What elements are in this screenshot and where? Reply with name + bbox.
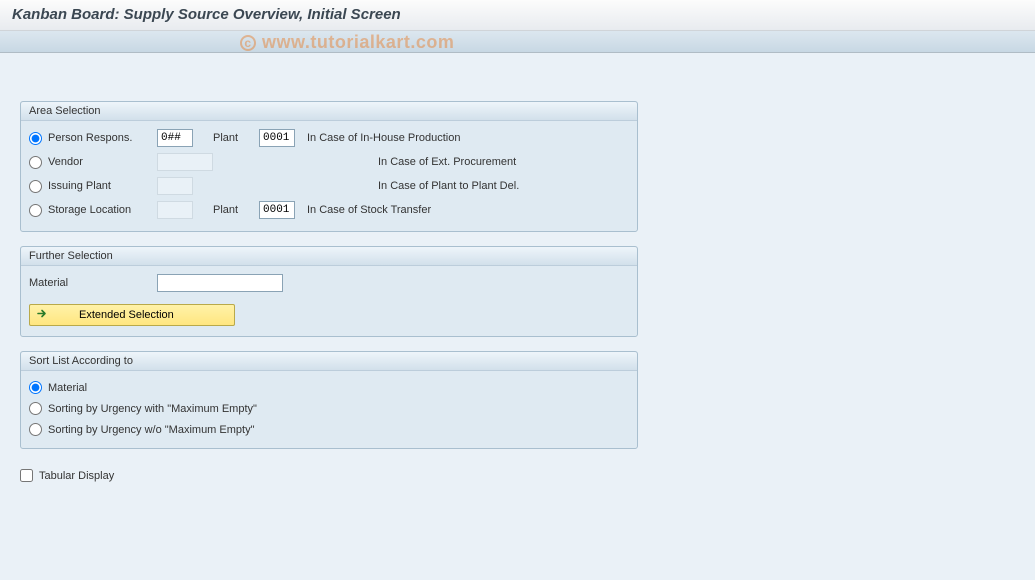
radio-person-respons-label: Person Respons.	[48, 132, 132, 144]
toolbar-strip	[0, 31, 1035, 53]
plant-value-2[interactable]	[259, 201, 295, 219]
sort-label-material: Material	[48, 382, 87, 394]
issuing-plant-value[interactable]	[157, 177, 193, 195]
sort-opt-urgency-with[interactable]: Sorting by Urgency with "Maximum Empty"	[29, 398, 629, 419]
area-selection-header: Area Selection	[21, 102, 637, 121]
further-selection-group: Further Selection Material Extended Sele…	[20, 246, 638, 337]
radio-storage-location-label: Storage Location	[48, 204, 131, 216]
area-selection-body: Person Respons. Plant In Case of In-Hous…	[21, 121, 637, 231]
extended-selection-label: Extended Selection	[79, 309, 174, 321]
radio-vendor[interactable]: Vendor	[29, 156, 157, 169]
sort-header: Sort List According to	[21, 352, 637, 371]
storage-location-value[interactable]	[157, 201, 193, 219]
tabular-display-label: Tabular Display	[39, 470, 114, 482]
area-selection-group: Area Selection Person Respons. Plant In …	[20, 101, 638, 232]
area-row-person: Person Respons. Plant In Case of In-Hous…	[29, 127, 629, 149]
radio-vendor-label: Vendor	[48, 156, 83, 168]
sort-group: Sort List According to Material Sorting …	[20, 351, 638, 449]
sort-label-urgency-wo: Sorting by Urgency w/o "Maximum Empty"	[48, 424, 254, 436]
plant-label-1: Plant	[213, 132, 251, 144]
material-row: Material	[29, 272, 629, 294]
material-label: Material	[29, 277, 157, 289]
radio-storage-location[interactable]: Storage Location	[29, 204, 157, 217]
plant-value-1[interactable]	[259, 129, 295, 147]
radio-person-respons[interactable]: Person Respons.	[29, 132, 157, 145]
tabular-display-checkbox[interactable]: Tabular Display	[20, 469, 1015, 482]
desc-3: In Case of Plant to Plant Del.	[378, 180, 519, 192]
radio-issuing-plant[interactable]: Issuing Plant	[29, 180, 157, 193]
vendor-value[interactable]	[157, 153, 213, 171]
sort-radio-urgency-with[interactable]	[29, 402, 42, 415]
desc-2: In Case of Ext. Procurement	[378, 156, 516, 168]
content-area: Area Selection Person Respons. Plant In …	[0, 53, 1035, 580]
radio-issuing-plant-label: Issuing Plant	[48, 180, 111, 192]
area-row-storage: Storage Location Plant In Case of Stock …	[29, 199, 629, 221]
title-bar: Kanban Board: Supply Source Overview, In…	[0, 0, 1035, 31]
sort-radio-material[interactable]	[29, 381, 42, 394]
area-row-vendor: Vendor In Case of Ext. Procurement	[29, 151, 629, 173]
sort-radio-urgency-wo[interactable]	[29, 423, 42, 436]
desc-4: In Case of Stock Transfer	[307, 204, 431, 216]
radio-issuing-plant-input[interactable]	[29, 180, 42, 193]
sort-label-urgency-with: Sorting by Urgency with "Maximum Empty"	[48, 403, 257, 415]
extended-selection-button[interactable]: Extended Selection	[29, 304, 235, 326]
plant-label-2: Plant	[213, 204, 251, 216]
sort-opt-urgency-wo[interactable]: Sorting by Urgency w/o "Maximum Empty"	[29, 419, 629, 440]
radio-person-respons-input[interactable]	[29, 132, 42, 145]
sort-body: Material Sorting by Urgency with "Maximu…	[21, 371, 637, 448]
further-selection-body: Material Extended Selection	[21, 266, 637, 336]
area-row-issuing: Issuing Plant In Case of Plant to Plant …	[29, 175, 629, 197]
radio-vendor-input[interactable]	[29, 156, 42, 169]
desc-1: In Case of In-House Production	[307, 132, 460, 144]
sort-opt-material[interactable]: Material	[29, 377, 629, 398]
radio-storage-location-input[interactable]	[29, 204, 42, 217]
tabular-display-input[interactable]	[20, 469, 33, 482]
further-selection-header: Further Selection	[21, 247, 637, 266]
material-input[interactable]	[157, 274, 283, 292]
arrow-right-icon	[36, 307, 49, 323]
person-respons-value[interactable]	[157, 129, 193, 147]
page-title: Kanban Board: Supply Source Overview, In…	[12, 6, 1023, 23]
